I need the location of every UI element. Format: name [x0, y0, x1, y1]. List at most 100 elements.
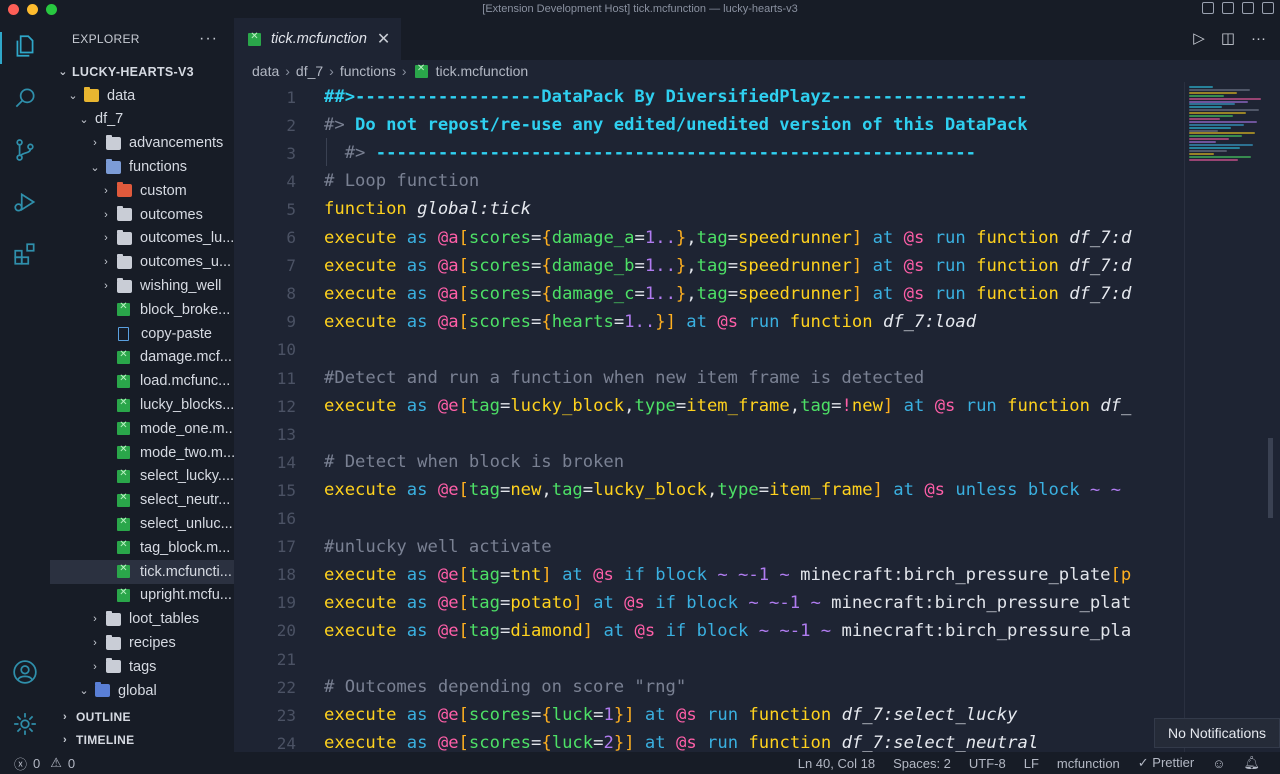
- code-token: =: [531, 311, 542, 332]
- timeline-section[interactable]: › TIMELINE: [50, 729, 234, 753]
- code-line[interactable]: 16: [234, 505, 296, 533]
- folder-item[interactable]: › custom: [50, 179, 234, 203]
- manage-gear-icon[interactable]: [11, 710, 39, 738]
- code-line[interactable]: 1 ##>------------------DataPack By Divers…: [234, 83, 1027, 111]
- indentation[interactable]: Spaces: 2: [893, 756, 951, 771]
- code-line[interactable]: 23 execute as @e[scores={luck=1}] at @s r…: [234, 701, 1018, 729]
- customize-layout-icon[interactable]: [1262, 2, 1274, 14]
- account-icon[interactable]: [11, 658, 39, 686]
- code-token: as: [406, 311, 438, 332]
- code-line[interactable]: 11 #Detect and run a function when new it…: [234, 364, 924, 392]
- code-line[interactable]: 10: [234, 336, 296, 364]
- minimap-line: [1189, 155, 1251, 158]
- mcfunction-file-icon: [117, 516, 130, 531]
- code-line[interactable]: 13: [234, 420, 296, 448]
- language-mode[interactable]: mcfunction: [1057, 756, 1120, 771]
- feedback-icon[interactable]: ☺: [1212, 756, 1225, 771]
- code-line[interactable]: 12 execute as @e[tag=lucky_block,type=ite…: [234, 392, 1132, 420]
- code-token: at: [634, 733, 676, 752]
- breadcrumb-item[interactable]: tick.mcfunction: [436, 63, 529, 79]
- code-line[interactable]: 18 execute as @e[tag=tnt] at @s if block …: [234, 561, 1132, 589]
- file-item[interactable]: lucky_blocks...: [50, 393, 234, 417]
- folder-item[interactable]: › outcomes: [50, 203, 234, 227]
- code-line[interactable]: 14 # Detect when block is broken: [234, 448, 624, 476]
- code-token: tag: [468, 396, 500, 417]
- file-item[interactable]: upright.mcfu...: [50, 584, 234, 608]
- search-icon[interactable]: [11, 84, 39, 112]
- chevron-right-icon: ›: [104, 256, 108, 269]
- extensions-icon[interactable]: [11, 240, 39, 268]
- more-icon[interactable]: ···: [1251, 30, 1266, 47]
- code-token: at: [551, 564, 594, 585]
- end-of-line[interactable]: LF: [1024, 756, 1039, 771]
- split-editor-icon[interactable]: ◫: [1221, 29, 1235, 47]
- folder-item[interactable]: › wishing_well: [50, 274, 234, 298]
- folder-item[interactable]: › tags: [50, 655, 234, 679]
- minimap[interactable]: [1184, 82, 1266, 752]
- folder-item[interactable]: › recipes: [50, 631, 234, 655]
- code-line[interactable]: 8 execute as @a[scores={damage_c=1..},tag…: [234, 280, 1131, 308]
- code-line[interactable]: 15 execute as @e[tag=new,tag=lucky_block,…: [234, 476, 1121, 504]
- code-line[interactable]: 9 execute as @a[scores={hearts=1..}] at @…: [234, 308, 976, 336]
- code-token: @s: [624, 592, 645, 613]
- prettier-status[interactable]: ✓ Prettier: [1138, 755, 1194, 771]
- file-item[interactable]: select_neutr...: [50, 488, 234, 512]
- file-item[interactable]: mode_one.m...: [50, 417, 234, 441]
- code-line[interactable]: 20 execute as @e[tag=diamond] at @s if bl…: [234, 617, 1132, 645]
- code-line[interactable]: 5 function global:tick: [234, 195, 531, 223]
- folder-item[interactable]: ⌄ df_7: [50, 108, 234, 132]
- problems-indicator[interactable]: ⓧ 0 ⚠ 0: [14, 754, 75, 773]
- breadcrumb-item[interactable]: df_7: [296, 63, 323, 79]
- code-line[interactable]: 4 # Loop function: [234, 167, 479, 195]
- run-icon[interactable]: ▷: [1193, 29, 1205, 47]
- close-tab-icon[interactable]: ✕: [377, 29, 390, 49]
- file-item[interactable]: tag_block.m...: [50, 536, 234, 560]
- code-line[interactable]: 3 #> -----------------------------------…: [234, 139, 976, 167]
- toggle-secondary-sidebar-icon[interactable]: [1242, 2, 1254, 14]
- file-item[interactable]: copy-paste: [50, 322, 234, 346]
- folder-item[interactable]: › advancements: [50, 131, 234, 155]
- code-line[interactable]: 19 execute as @e[tag=potato] at @s if blo…: [234, 589, 1132, 617]
- tab-tick-mcfunction[interactable]: tick.mcfunction ✕: [234, 18, 401, 60]
- code-line[interactable]: 6 execute as @a[scores={damage_a=1..},tag…: [234, 224, 1131, 252]
- code-line[interactable]: 22 # Outcomes depending on score "rng": [234, 673, 686, 701]
- file-item[interactable]: damage.mcf...: [50, 346, 234, 370]
- source-control-icon[interactable]: [11, 136, 39, 164]
- code-line[interactable]: 2 #> Do not repost/re-use any edited/uned…: [234, 111, 1027, 139]
- code-editor[interactable]: 1 ##>------------------DataPack By Divers…: [234, 82, 1184, 752]
- file-item[interactable]: select_unluc...: [50, 512, 234, 536]
- code-line[interactable]: 17 #unlucky well activate: [234, 533, 552, 561]
- file-item[interactable]: load.mcfunc...: [50, 369, 234, 393]
- cursor-position[interactable]: Ln 40, Col 18: [798, 756, 875, 771]
- file-item[interactable]: select_lucky....: [50, 465, 234, 489]
- breadcrumb-item[interactable]: data: [252, 63, 279, 79]
- folder-item[interactable]: ⌄ functions: [50, 155, 234, 179]
- explorer-icon[interactable]: [11, 32, 39, 60]
- folder-item[interactable]: › loot_tables: [50, 607, 234, 631]
- code-line[interactable]: 7 execute as @a[scores={damage_b=1..},tag…: [234, 252, 1131, 280]
- code-token: df_7:select_lucky: [841, 705, 1018, 726]
- file-item[interactable]: tick.mcfuncti...: [50, 559, 234, 584]
- file-item[interactable]: block_broke...: [50, 298, 234, 322]
- notifications-bell-icon[interactable]: 🔔︎: [1243, 755, 1260, 771]
- run-debug-icon[interactable]: [11, 188, 39, 216]
- code-token: =: [758, 480, 770, 501]
- workspace-root[interactable]: ⌄ LUCKY-HEARTS-V3: [50, 60, 234, 84]
- editor-scrollbar[interactable]: [1266, 82, 1280, 752]
- scrollbar-thumb[interactable]: [1268, 438, 1273, 518]
- toggle-sidebar-icon[interactable]: [1202, 2, 1214, 14]
- file-item[interactable]: mode_two.m...: [50, 441, 234, 465]
- code-line[interactable]: 21: [234, 645, 296, 673]
- toggle-panel-icon[interactable]: [1222, 2, 1234, 14]
- code-token: at: [862, 227, 904, 248]
- breadcrumb-item[interactable]: functions: [340, 63, 396, 79]
- more-actions-icon[interactable]: ···: [199, 30, 218, 48]
- custom-folder-icon: [117, 182, 132, 198]
- folder-item[interactable]: › outcomes_lu...: [50, 227, 234, 251]
- outline-section[interactable]: › OUTLINE: [50, 705, 234, 729]
- encoding[interactable]: UTF-8: [969, 756, 1006, 771]
- folder-item[interactable]: ⌄ global: [50, 679, 234, 703]
- folder-item[interactable]: ⌄ data: [50, 84, 234, 108]
- code-line[interactable]: 24 execute as @e[scores={luck=2}] at @s r…: [234, 729, 1038, 752]
- folder-item[interactable]: › outcomes_u...: [50, 250, 234, 274]
